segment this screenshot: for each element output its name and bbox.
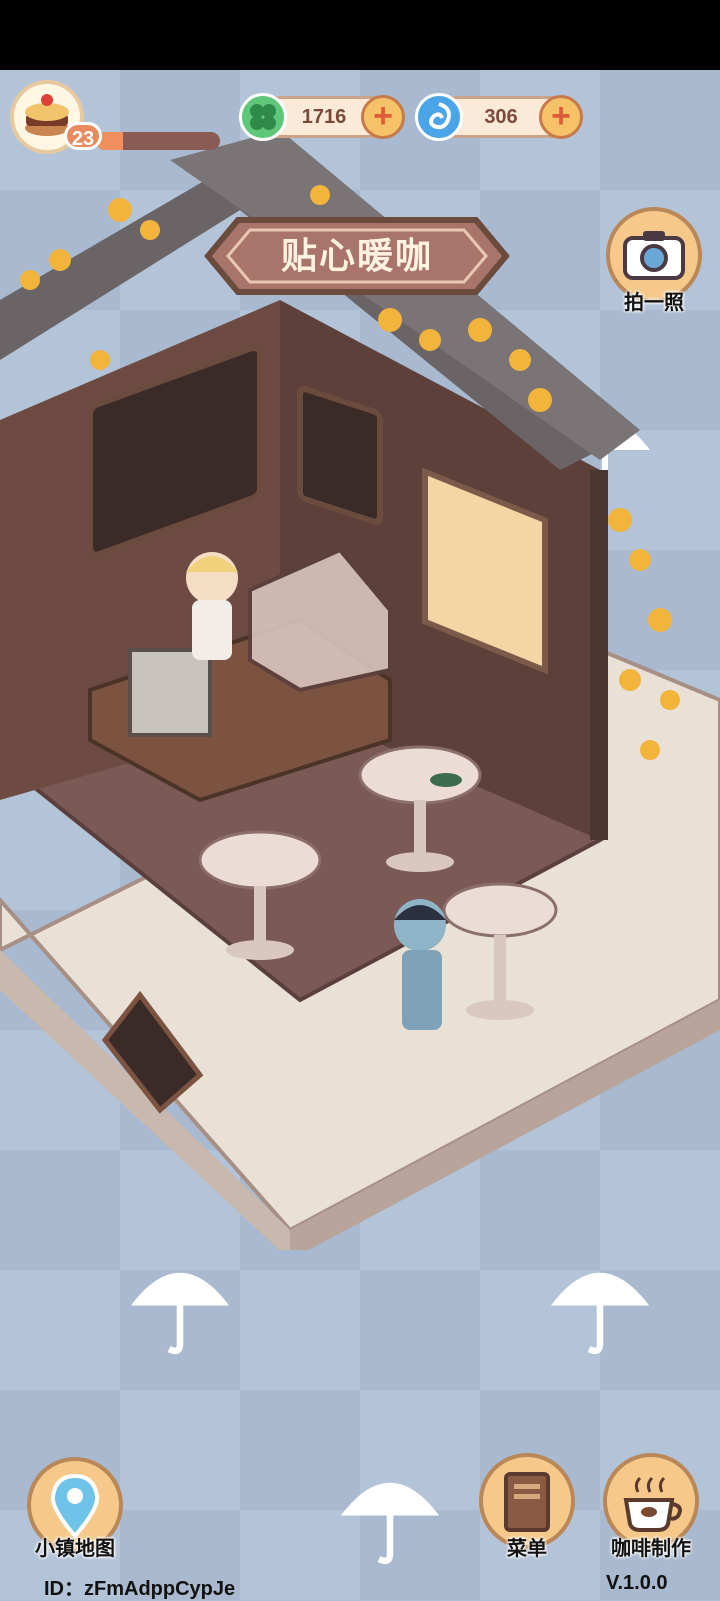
menu-label: 菜单 <box>507 1538 547 1560</box>
coffee-making-label: 咖啡制作 <box>611 1538 691 1560</box>
town-map-label: 小镇地图 <box>35 1538 115 1560</box>
umbrella-icon <box>130 1272 230 1355</box>
clover-icon <box>239 93 287 141</box>
clover-count: 1716 <box>301 106 347 128</box>
shop-name: 贴心暖咖 <box>280 235 433 276</box>
add-gem-button[interactable]: + <box>539 95 583 139</box>
shop-sign: 贴心暖咖 <box>198 210 516 302</box>
level-badge: 23 <box>64 122 102 150</box>
umbrella-icon <box>550 1272 650 1355</box>
umbrella-icon <box>340 1482 440 1565</box>
gem-icon <box>415 93 463 141</box>
gem-count: 306 <box>484 106 518 128</box>
add-clover-button[interactable]: + <box>361 95 405 139</box>
gem-counter: 306 + <box>415 93 583 141</box>
version-text: V.1.0.0 <box>606 1572 668 1594</box>
xp-progress-bar <box>96 132 220 150</box>
player-id: ID：zFmAdppCypJe <box>44 1578 236 1600</box>
photo-label: 拍一照 <box>624 292 684 314</box>
status-bar <box>0 0 720 70</box>
clover-counter: 1716 + <box>239 93 405 141</box>
